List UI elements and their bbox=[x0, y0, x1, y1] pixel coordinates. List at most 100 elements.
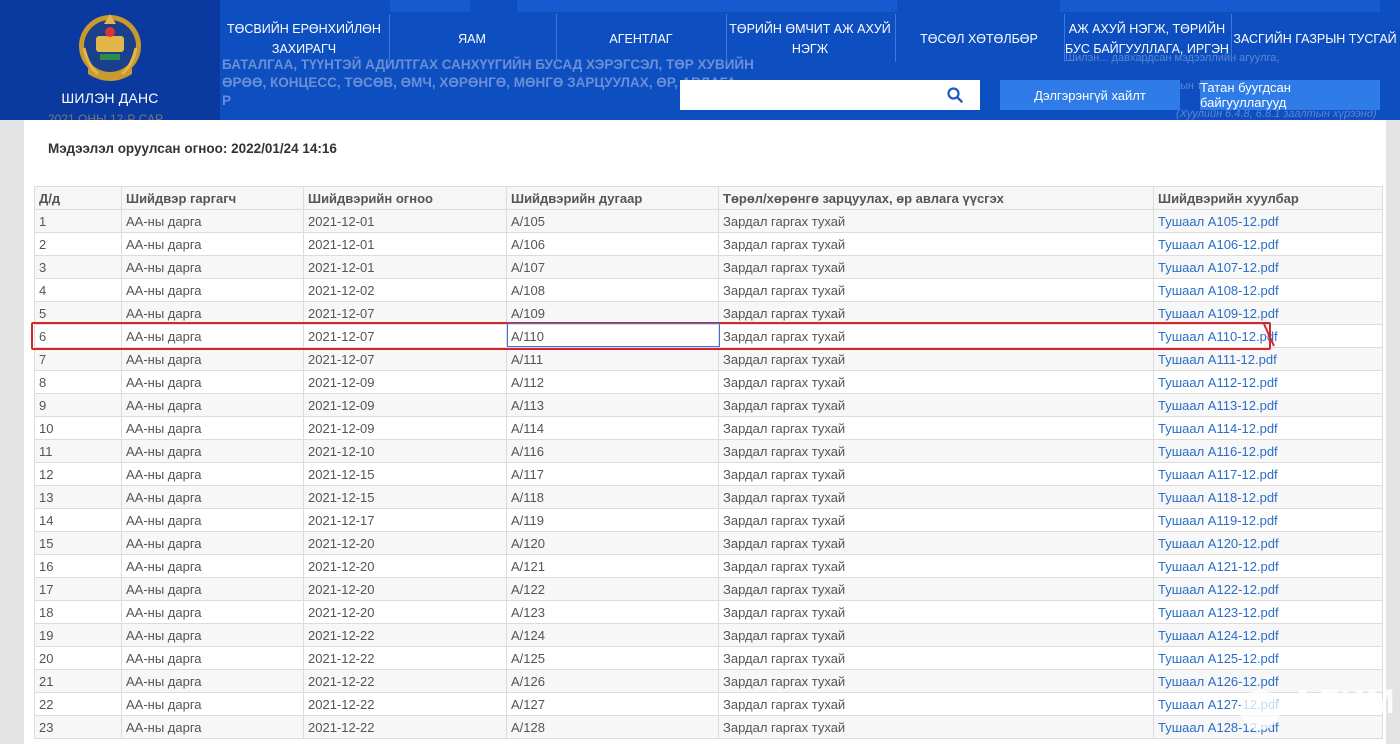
main-nav: ТӨСВИЙН ЕРӨНХИЙЛӨН ЗАХИРАГЧ ЯАМ АГЕНТЛАГ… bbox=[220, 14, 1400, 64]
pdf-link[interactable]: Тушаал А112-12.pdf bbox=[1158, 375, 1278, 390]
pdf-link[interactable]: Тушаал А125-12.pdf bbox=[1158, 651, 1279, 666]
table-row: 19 АА-ны дарга 2021-12-22 А/124 Зардал гарга… bbox=[34, 623, 1383, 647]
cell-type: Зардал гаргах тухай bbox=[718, 715, 1154, 739]
cell-index: 4 bbox=[34, 278, 122, 302]
logo-text: ШИЛЭН ДАНС bbox=[61, 90, 159, 106]
cell-copy: Тушаал А116-12.pdf bbox=[1153, 439, 1383, 463]
cell-decision-date: 2021-12-20 bbox=[303, 554, 507, 578]
left-background-pattern bbox=[0, 120, 24, 744]
pdf-link[interactable]: Тушаал А123-12.pdf bbox=[1158, 605, 1279, 620]
cell-index: 13 bbox=[34, 485, 122, 509]
pdf-link[interactable]: Тушаал А108-12.pdf bbox=[1158, 283, 1279, 298]
cell-decision-number: А/120 bbox=[506, 531, 719, 555]
table-row: 13 АА-ны дарга 2021-12-15 А/118 Зардал гарга… bbox=[34, 485, 1383, 509]
cell-decision-maker: АА-ны дарга bbox=[121, 347, 304, 371]
cell-decision-number: А/126 bbox=[506, 669, 719, 693]
pdf-link[interactable]: Тушаал А107-12.pdf bbox=[1158, 260, 1279, 275]
pdf-link[interactable]: Тушаал А109-12.pdf bbox=[1158, 306, 1279, 321]
cell-decision-date: 2021-12-09 bbox=[303, 416, 507, 440]
cell-index: 21 bbox=[34, 669, 122, 693]
cell-decision-maker: АА-ны дарга bbox=[121, 370, 304, 394]
header-type[interactable]: Төрөл/хөрөнгө зарцуулах, өр авлага үүсгэ… bbox=[718, 186, 1154, 210]
cell-decision-date: 2021-12-09 bbox=[303, 393, 507, 417]
cell-index: 1 bbox=[34, 209, 122, 233]
cell-decision-date: 2021-12-10 bbox=[303, 439, 507, 463]
cell-index: 15 bbox=[34, 531, 122, 555]
cell-index: 2 bbox=[34, 232, 122, 256]
site-logo[interactable]: ШИЛЭН ДАНС bbox=[0, 0, 220, 120]
cell-copy: Тушаал А105-12.pdf bbox=[1153, 209, 1383, 233]
header-decision-number[interactable]: Шийдвэрийн дугаар bbox=[506, 186, 719, 210]
cell-decision-date: 2021-12-22 bbox=[303, 669, 507, 693]
pdf-link[interactable]: Тушаал А113-12.pdf bbox=[1158, 398, 1278, 413]
table-row: 9 АА-ны дарга 2021-12-09 А/113 Зардал гаргах… bbox=[34, 393, 1383, 417]
marker-tail bbox=[1263, 323, 1275, 347]
header-decision-date[interactable]: Шийдвэрийн огноо bbox=[303, 186, 507, 210]
cell-copy: Тушаал А107-12.pdf bbox=[1153, 255, 1383, 279]
header-index[interactable]: Д/д bbox=[34, 186, 122, 210]
cell-index: 7 bbox=[34, 347, 122, 371]
nav-item-special-government[interactable]: ЗАСГИЙН ГАЗРЫН ТУСГАЙ bbox=[1232, 14, 1398, 64]
cell-decision-date: 2021-12-17 bbox=[303, 508, 507, 532]
cell-decision-number: А/105 bbox=[506, 209, 719, 233]
table-row: 14 АА-ны дарга 2021-12-17 А/119 Зардал гарга… bbox=[34, 508, 1383, 532]
table-row: 16 АА-ны дарга 2021-12-20 А/121 Зардал гарга… bbox=[34, 554, 1383, 578]
cell-copy: Тушаал А106-12.pdf bbox=[1153, 232, 1383, 256]
pdf-link[interactable]: Тушаал А122-12.pdf bbox=[1158, 582, 1279, 597]
soyombo-emblem-icon bbox=[79, 14, 141, 81]
cell-decision-maker: АА-ны дарга bbox=[121, 715, 304, 739]
pdf-link[interactable]: Тушаал А118-12.pdf bbox=[1158, 490, 1278, 505]
table-row: 3 АА-ны дарга 2021-12-01 А/107 Зардал гаргах… bbox=[34, 255, 1383, 279]
cell-decision-number: А/106 bbox=[506, 232, 719, 256]
background-title-line-3: Р bbox=[222, 93, 232, 108]
cell-decision-maker: АА-ны дарга bbox=[121, 508, 304, 532]
pdf-link[interactable]: Тушаал А111-12.pdf bbox=[1158, 352, 1277, 367]
nav-item-ministry[interactable]: ЯАМ bbox=[390, 14, 554, 64]
nav-item-budget-manager[interactable]: ТӨСВИЙН ЕРӨНХИЙЛӨН ЗАХИРАГЧ bbox=[220, 14, 388, 64]
cell-decision-date: 2021-12-20 bbox=[303, 531, 507, 555]
site-header: БАТАЛГАА, ТҮҮНТЭЙ АДИЛТГАХ САНХҮҮГИЙН БУ… bbox=[0, 0, 1400, 120]
cell-type: Зардал гаргах тухай bbox=[718, 439, 1154, 463]
pdf-link[interactable]: Тушаал А119-12.pdf bbox=[1158, 513, 1278, 528]
nav-item-agency[interactable]: АГЕНТЛАГ bbox=[557, 14, 725, 64]
pdf-link[interactable]: Тушаал А114-12.pdf bbox=[1158, 421, 1278, 436]
watermark-logo-icon bbox=[1240, 690, 1280, 730]
pdf-link[interactable]: Тушаал А106-12.pdf bbox=[1158, 237, 1279, 252]
nav-item-entities-citizens[interactable]: АЖ АХУЙ НЭГЖ, ТӨРИЙН БУС БАЙГУУЛЛАГА, ИР… bbox=[1065, 14, 1229, 64]
cell-decision-maker: АА-ны дарга bbox=[121, 439, 304, 463]
cell-copy: Тушаал А122-12.pdf bbox=[1153, 577, 1383, 601]
cell-decision-number: А/127 bbox=[506, 692, 719, 716]
cell-decision-maker: АА-ны дарга bbox=[121, 232, 304, 256]
cell-decision-maker: АА-ны дарга bbox=[121, 255, 304, 279]
header-copy[interactable]: Шийдвэрийн хуулбар bbox=[1153, 186, 1383, 210]
cell-type: Зардал гаргах тухай bbox=[718, 232, 1154, 256]
cell-copy: Тушаал А119-12.pdf bbox=[1153, 508, 1383, 532]
cell-type: Зардал гаргах тухай bbox=[718, 393, 1154, 417]
cell-decision-date: 2021-12-15 bbox=[303, 485, 507, 509]
cell-index: 8 bbox=[34, 370, 122, 394]
advanced-search-button[interactable]: Дэлгэрэнгүй хайлт bbox=[1000, 80, 1180, 110]
search-button[interactable] bbox=[930, 80, 980, 110]
cell-decision-date: 2021-12-09 bbox=[303, 370, 507, 394]
pdf-link[interactable]: Тушаал А117-12.pdf bbox=[1158, 467, 1278, 482]
pdf-link[interactable]: Тушаал А116-12.pdf bbox=[1158, 444, 1278, 459]
liquidated-orgs-button[interactable]: Татан буугдсан байгууллагууд bbox=[1200, 80, 1380, 110]
cell-type: Зардал гаргах тухай bbox=[718, 646, 1154, 670]
table-row: 12 АА-ны дарга 2021-12-15 А/117 Зардал гарга… bbox=[34, 462, 1383, 486]
nav-item-state-owned-enterprise[interactable]: ТӨРИЙН ӨМЧИТ АЖ АХУЙ НЭГЖ bbox=[727, 14, 893, 64]
pdf-link[interactable]: Тушаал А120-12.pdf bbox=[1158, 536, 1279, 551]
pdf-link[interactable]: Тушаал А105-12.pdf bbox=[1158, 214, 1279, 229]
pdf-link[interactable]: Тушаал А124-12.pdf bbox=[1158, 628, 1279, 643]
cell-type: Зардал гаргах тухай bbox=[718, 600, 1154, 624]
cell-index: 11 bbox=[34, 439, 122, 463]
header-decision-maker[interactable]: Шийдвэр гаргагч bbox=[121, 186, 304, 210]
nav-item-projects[interactable]: ТӨСӨЛ ХӨТӨЛБӨР bbox=[896, 14, 1062, 64]
cell-decision-number: А/121 bbox=[506, 554, 719, 578]
search-input[interactable] bbox=[680, 80, 930, 110]
table-row: 18 АА-ны дарга 2021-12-20 А/123 Зардал гарга… bbox=[34, 600, 1383, 624]
cell-decision-date: 2021-12-22 bbox=[303, 715, 507, 739]
cell-index: 19 bbox=[34, 623, 122, 647]
cell-copy: Тушаал А112-12.pdf bbox=[1153, 370, 1383, 394]
pdf-link[interactable]: Тушаал А121-12.pdf bbox=[1158, 559, 1279, 574]
cell-type: Зардал гаргах тухай bbox=[718, 531, 1154, 555]
